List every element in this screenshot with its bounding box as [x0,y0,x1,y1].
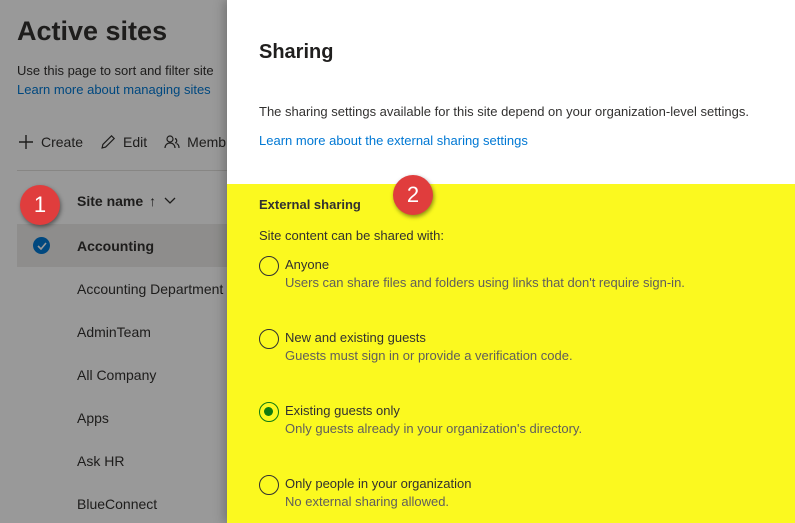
learn-more-external-sharing-link[interactable]: Learn more about the external sharing se… [259,133,528,148]
external-sharing-heading: External sharing [259,197,361,212]
radio-label: New and existing guests [285,330,426,345]
radio-button[interactable] [259,256,279,276]
panel-description: The sharing settings available for this … [259,104,749,119]
radio-button-selected[interactable] [259,402,279,422]
radio-button[interactable] [259,329,279,349]
radio-label: Anyone [285,257,330,272]
radio-button[interactable] [259,475,279,495]
radio-label: Existing guests only [285,403,400,418]
radio-help-text: Guests must sign in or provide a verific… [285,348,573,363]
sharing-panel: Sharing The sharing settings available f… [227,0,795,523]
share-with-label: Site content can be shared with: [259,228,445,243]
callout-badge-2: 2 [393,175,433,215]
radio-label: Only people in your organization [285,476,472,491]
radio-selected-dot [264,407,273,416]
radio-help-text: Only guests already in your organization… [285,421,583,436]
panel-title: Sharing [259,41,334,63]
callout-badge-1: 1 [20,185,60,225]
radio-help-text: Users can share files and folders using … [285,275,685,290]
radio-help-text: No external sharing allowed. [285,494,450,509]
